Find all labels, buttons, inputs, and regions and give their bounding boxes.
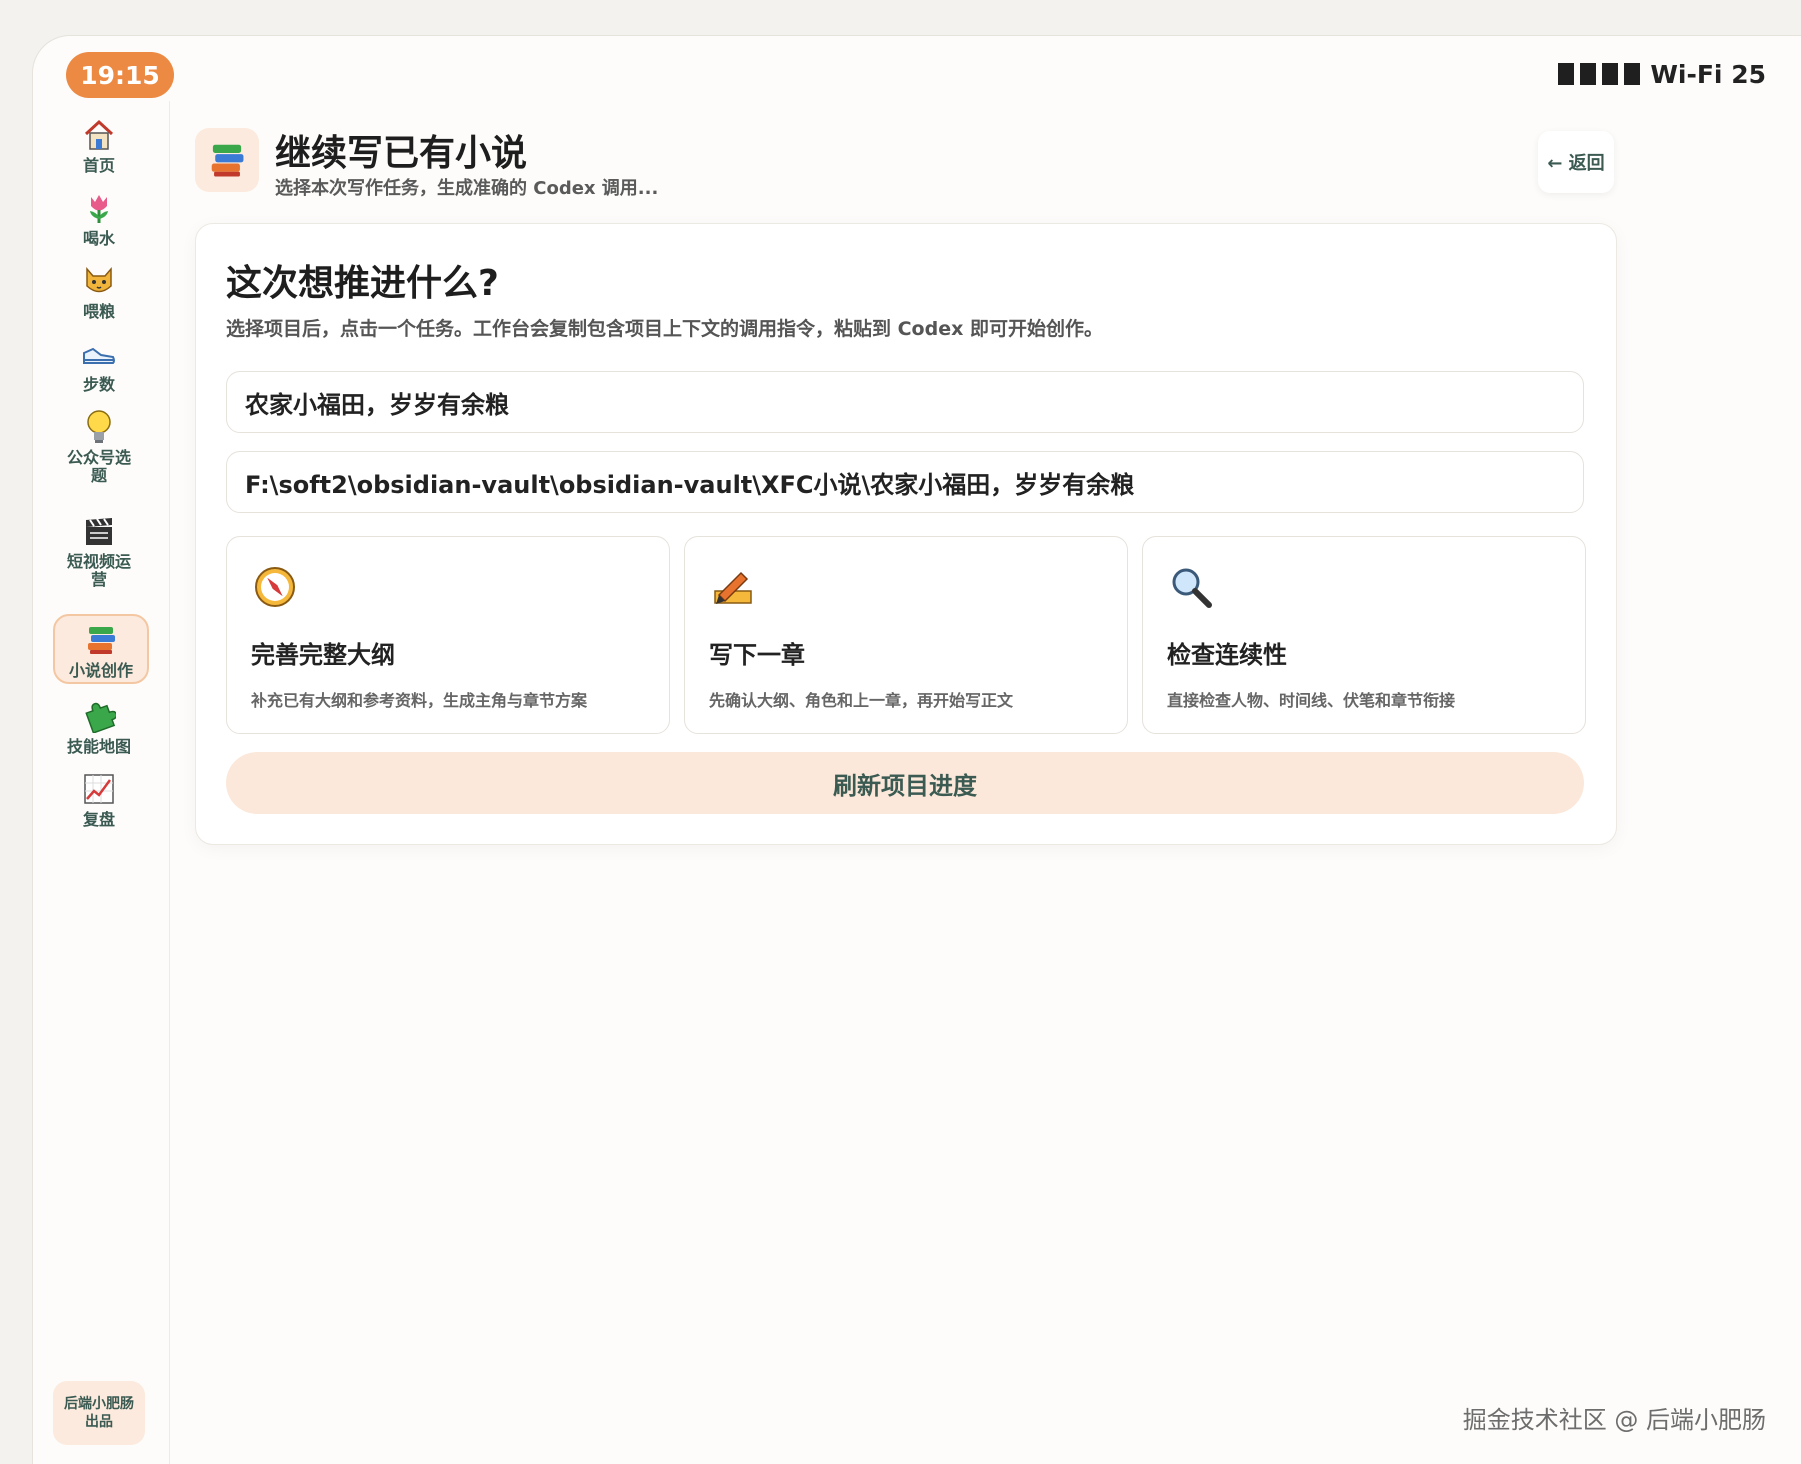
sidebar-item-video[interactable]: 短视频运营 [53, 511, 145, 589]
panel-title: 这次想推进什么? [226, 263, 499, 304]
sidebar-item-home[interactable]: 首页 [53, 115, 145, 175]
books-icon [81, 620, 121, 660]
network-label: Wi-Fi 25 [1650, 59, 1766, 89]
task-card-continuity[interactable]: 检查连续性 直接检查人物、时间线、伏笔和章节衔接 [1142, 536, 1586, 734]
sidebar: 首页 喝水 喂粮 步数 公众号选题 短视频运营 小说创作 技能地图 复盘 后端小… [33, 101, 170, 1464]
page-subtitle: 选择本次写作任务，生成准确的 Codex 调用... [275, 178, 659, 199]
credit-badge: 后端小肥肠出品 [53, 1381, 145, 1445]
watermark: 掘金技术社区 @ 后端小肥肠 [1462, 1406, 1766, 1434]
task-desc: 直接检查人物、时间线、伏笔和章节衔接 [1167, 691, 1456, 710]
project-name: 农家小福田，岁岁有余粮 [245, 390, 509, 419]
books-icon [195, 128, 259, 192]
project-select[interactable]: 农家小福田，岁岁有余粮 [226, 371, 1584, 433]
pencil-icon [711, 565, 755, 609]
tulip-icon [79, 188, 119, 228]
task-card-next-chapter[interactable]: 写下一章 先确认大纲、角色和上一章，再开始写正文 [684, 536, 1128, 734]
magnifier-icon [1169, 565, 1213, 609]
task-title: 完善完整大纲 [251, 641, 395, 669]
sidebar-item-novel[interactable]: 小说创作 [53, 614, 149, 684]
status-indicators: Wi-Fi 25 [1558, 58, 1766, 90]
task-panel: 这次想推进什么? 选择项目后，点击一个任务。工作台会复制包含项目上下文的调用指令… [195, 223, 1617, 845]
refresh-progress-button[interactable]: 刷新项目进度 [226, 752, 1584, 814]
sidebar-item-water[interactable]: 喝水 [53, 188, 145, 248]
lightbulb-icon [79, 407, 119, 447]
sidebar-item-review[interactable]: 复盘 [53, 769, 145, 829]
chart-up-icon [79, 769, 119, 809]
task-desc: 先确认大纲、角色和上一章，再开始写正文 [709, 691, 1014, 710]
sidebar-item-steps[interactable]: 步数 [53, 334, 145, 394]
app-window: 19:15 Wi-Fi 25 首页 喝水 喂粮 步数 公众号选题 短视频运营 小… [32, 35, 1801, 1464]
panel-description: 选择项目后，点击一个任务。工作台会复制包含项目上下文的调用指令，粘贴到 Code… [226, 318, 1103, 340]
back-button[interactable]: ← 返回 [1538, 131, 1614, 193]
puzzle-icon [79, 696, 119, 736]
cat-face-icon [79, 261, 119, 301]
project-path-field[interactable]: F:\soft2\obsidian-vault\obsidian-vault\X… [226, 451, 1584, 513]
task-card-outline[interactable]: 完善完整大纲 补充已有大纲和参考资料，生成主角与章节方案 [226, 536, 670, 734]
house-icon [79, 115, 119, 155]
signal-bars-icon [1558, 63, 1641, 85]
sidebar-item-topics[interactable]: 公众号选题 [53, 407, 145, 485]
task-title: 检查连续性 [1167, 641, 1287, 669]
compass-icon [253, 565, 297, 609]
status-time: 19:15 [66, 52, 174, 98]
task-title: 写下一章 [709, 641, 805, 669]
sidebar-item-feed[interactable]: 喂粮 [53, 261, 145, 321]
task-desc: 补充已有大纲和参考资料，生成主角与章节方案 [251, 691, 588, 710]
sneaker-icon [79, 334, 119, 374]
clapper-board-icon [79, 511, 119, 551]
page-title: 继续写已有小说 [275, 133, 528, 174]
sidebar-item-skills[interactable]: 技能地图 [53, 696, 145, 756]
project-path: F:\soft2\obsidian-vault\obsidian-vault\X… [245, 470, 1135, 499]
